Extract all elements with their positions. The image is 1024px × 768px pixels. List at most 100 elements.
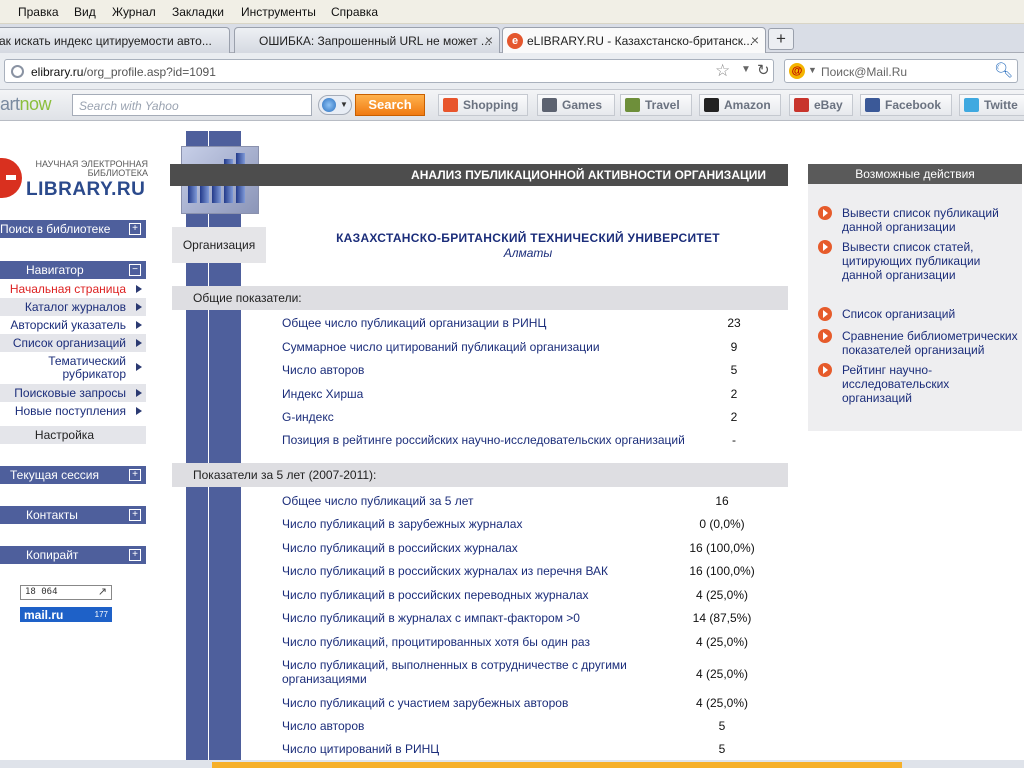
toolbar-link-label: eBay	[814, 98, 843, 112]
tab-search-citation[interactable]: ак искать индекс цитируемости авто...	[0, 27, 230, 53]
sidebar-item-settings[interactable]: Настройка	[0, 426, 146, 444]
metric-label[interactable]: Число публикаций с участием зарубежных а…	[282, 696, 568, 710]
table-row[interactable]: Число публикаций, процитированных хотя б…	[282, 635, 782, 651]
action-label[interactable]: Вывести список статей, цитирующих публик…	[842, 240, 1020, 282]
metric-label[interactable]: Число публикаций в журналах с импакт-фак…	[282, 611, 580, 625]
sidebar-search-header[interactable]: Поиск в библиотеке +	[0, 220, 146, 238]
bookmark-star-icon[interactable]: ☆	[715, 61, 730, 81]
toolbar-link-twitter[interactable]: Twitte	[959, 94, 1024, 116]
collapse-icon[interactable]: −	[129, 264, 141, 276]
metric-label[interactable]: Число публикаций, выполненных в сотрудни…	[282, 658, 642, 686]
sidebar-session-header[interactable]: Текущая сессия +	[0, 466, 146, 484]
sidebar-item-authors[interactable]: Авторский указатель	[0, 316, 146, 334]
action-rating[interactable]: Рейтинг научно-исследовательских организ…	[818, 363, 1022, 405]
metric-label[interactable]: Общее число публикаций за 5 лет	[282, 494, 474, 508]
chevron-down-icon[interactable]: ▼	[741, 64, 751, 75]
close-icon[interactable]: ×	[485, 32, 493, 48]
table-row[interactable]: Число публикаций в журналах с импакт-фак…	[282, 611, 782, 627]
search-engine-selector[interactable]: ▼	[318, 95, 352, 115]
table-row[interactable]: Число публикаций с участием зарубежных а…	[282, 696, 782, 712]
chevron-down-icon[interactable]: ▼	[808, 65, 817, 75]
metric-label[interactable]: Позиция в рейтинге российских научно-исс…	[282, 433, 685, 447]
metric-label[interactable]: Число публикаций, процитированных хотя б…	[282, 635, 590, 649]
expand-icon[interactable]: +	[129, 549, 141, 561]
menu-help[interactable]: Справка	[331, 5, 378, 19]
sidebar-item-rubricator[interactable]: Тематический рубрикатор	[0, 353, 146, 383]
table-row[interactable]: Число авторов 5	[282, 363, 782, 379]
toolbar-link-shopping[interactable]: Shopping	[438, 94, 528, 116]
search-input[interactable]: Поиск@Mail.Ru	[821, 65, 907, 79]
metric-value: 23	[727, 316, 741, 330]
table-row[interactable]: Число цитирований в РИНЦ 5	[282, 742, 782, 758]
new-tab-button[interactable]: +	[768, 28, 794, 50]
action-label[interactable]: Вывести список публикаций данной организ…	[842, 206, 1020, 234]
menu-bookmarks[interactable]: Закладки	[172, 5, 224, 19]
table-row[interactable]: Число публикаций в российских переводных…	[282, 588, 782, 604]
sidebar-copyright-header[interactable]: Копирайт +	[0, 546, 146, 564]
search-icon[interactable]: 🔍︎	[994, 61, 1013, 79]
metric-label[interactable]: Число цитирований в РИНЦ	[282, 742, 439, 756]
elibrary-logo[interactable]: НАУЧНАЯ ЭЛЕКТРОННАЯ БИБЛИОТЕКА LIBRARY.R…	[0, 158, 160, 202]
menu-edit[interactable]: Правка	[18, 5, 59, 19]
table-row[interactable]: Суммарное число цитирований публикаций о…	[282, 340, 782, 356]
metric-label[interactable]: Число публикаций в российских журналах и…	[282, 564, 608, 578]
toolbar-link-games[interactable]: Games	[537, 94, 615, 116]
table-row[interactable]: Число публикаций в российских журналах и…	[282, 564, 782, 580]
metric-label[interactable]: Число авторов	[282, 719, 364, 733]
mailru-icon[interactable]: @	[789, 63, 805, 79]
expand-icon[interactable]: +	[129, 509, 141, 521]
sidebar-contacts-header[interactable]: Контакты +	[0, 506, 146, 524]
toolbar-link-ebay[interactable]: eBay	[789, 94, 853, 116]
action-org-list[interactable]: Список организаций	[818, 307, 1022, 321]
table-row[interactable]: Число публикаций в зарубежных журналах 0…	[282, 517, 782, 533]
action-label[interactable]: Список организаций	[842, 307, 1020, 321]
metric-label[interactable]: Число публикаций в зарубежных журналах	[282, 517, 522, 531]
mailru-counter[interactable]: mail.ru 177	[20, 607, 112, 622]
yahoo-search-input[interactable]: Search with Yahoo	[72, 94, 312, 116]
metric-label[interactable]: Число авторов	[282, 363, 364, 377]
expand-icon[interactable]: +	[129, 223, 141, 235]
menu-history[interactable]: Журнал	[112, 5, 156, 19]
action-list-publications[interactable]: Вывести список публикаций данной организ…	[818, 206, 1022, 234]
reload-icon[interactable]: ↻	[757, 61, 770, 79]
metric-label[interactable]: Суммарное число цитирований публикаций о…	[282, 340, 600, 354]
action-label[interactable]: Сравнение библиометрических показателей …	[842, 329, 1020, 357]
menu-view[interactable]: Вид	[74, 5, 96, 19]
table-row[interactable]: Позиция в рейтинге российских научно-исс…	[282, 433, 782, 449]
sidebar-item-journals[interactable]: Каталог журналов	[0, 298, 146, 316]
browser-search-box[interactable]: @ ▼ Поиск@Mail.Ru 🔍︎	[784, 59, 1018, 83]
sidebar-item-home[interactable]: Начальная страница	[0, 280, 146, 298]
visit-counter[interactable]: 18 064 ↗	[20, 585, 112, 600]
table-row[interactable]: Индекс Хирша 2	[282, 387, 782, 403]
metric-label[interactable]: G-индекс	[282, 410, 334, 424]
table-row[interactable]: Общее число публикаций за 5 лет 16	[282, 494, 782, 510]
expand-icon[interactable]: +	[129, 469, 141, 481]
metric-label[interactable]: Число публикаций в российских журналах	[282, 541, 518, 555]
sidebar-item-organizations[interactable]: Список организаций	[0, 334, 146, 352]
table-row[interactable]: G-индекс 2	[282, 410, 782, 426]
address-bar[interactable]: elibrary.ru/org_profile.asp?id=1091 ☆ ▼ …	[4, 59, 774, 83]
toolbar-link-facebook[interactable]: Facebook	[860, 94, 952, 116]
action-compare[interactable]: Сравнение библиометрических показателей …	[818, 329, 1022, 357]
toolbar-link-travel[interactable]: Travel	[620, 94, 692, 116]
table-row[interactable]: Число публикаций в российских журналах 1…	[282, 541, 782, 557]
action-label[interactable]: Рейтинг научно-исследовательских организ…	[842, 363, 1020, 405]
action-list-citing[interactable]: Вывести список статей, цитирующих публик…	[818, 240, 1022, 282]
metric-label[interactable]: Число публикаций в российских переводных…	[282, 588, 589, 602]
table-row[interactable]: Число публикаций, выполненных в сотрудни…	[282, 658, 782, 688]
table-row[interactable]: Общее число публикаций организации в РИН…	[282, 316, 782, 332]
toolbar-link-amazon[interactable]: Amazon	[699, 94, 781, 116]
sidebar-item-queries[interactable]: Поисковые запросы	[0, 384, 146, 402]
sidebar-navigator-header[interactable]: Навигатор −	[0, 261, 146, 279]
arrow-right-icon	[136, 321, 142, 329]
sidebar-item-new[interactable]: Новые поступления	[0, 402, 146, 420]
menu-tools[interactable]: Инструменты	[241, 5, 316, 19]
yahoo-search-button[interactable]: Search	[355, 94, 425, 116]
metric-label[interactable]: Общее число публикаций организации в РИН…	[282, 316, 546, 330]
tab-elibrary[interactable]: e eLIBRARY.RU - Казахстанско-британск...…	[502, 27, 766, 54]
metric-label[interactable]: Индекс Хирша	[282, 387, 363, 401]
tab-error[interactable]: ОШИБКА: Запрошенный URL не может ... ×	[234, 27, 500, 53]
globe-icon	[11, 65, 24, 78]
close-icon[interactable]: ×	[751, 32, 759, 48]
table-row[interactable]: Число авторов 5	[282, 719, 782, 735]
